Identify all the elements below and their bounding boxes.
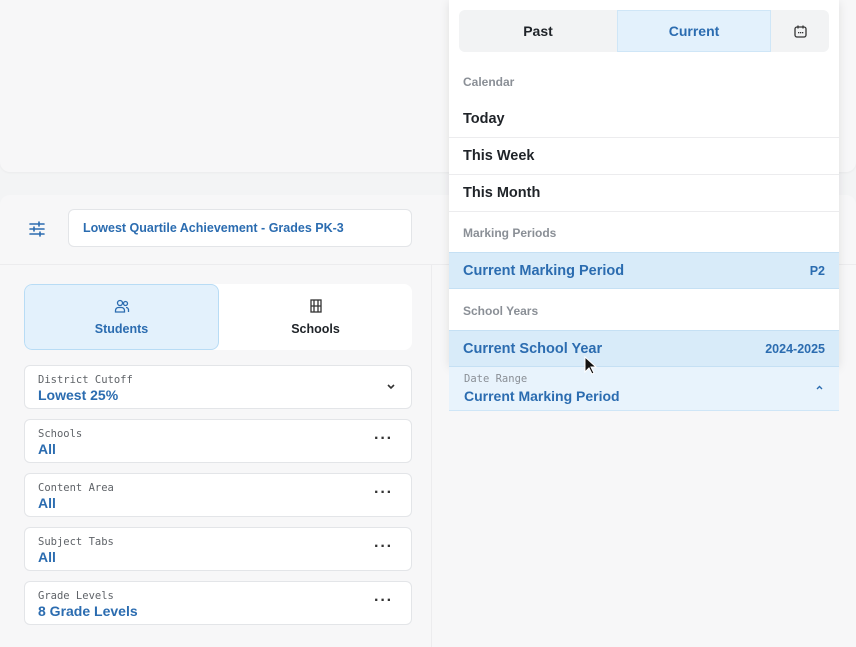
students-label: Students (94, 322, 149, 336)
district-cutoff-value: Lowest 25% (38, 387, 119, 403)
period-segmented-control: Past Current (459, 10, 829, 52)
more-horizontal-icon[interactable]: ··· (374, 484, 393, 502)
district-cutoff-select[interactable]: District Cutoff Lowest 25% (24, 365, 412, 409)
option-this-week[interactable]: This Week (449, 138, 839, 175)
users-icon (114, 299, 129, 313)
sliders-icon[interactable] (28, 220, 46, 238)
schools-label: Schools (291, 322, 340, 336)
content-area-filter[interactable]: Content Area All ··· (24, 473, 412, 517)
calendar-section-label: Calendar (463, 75, 515, 89)
students-toggle-button[interactable]: Students (24, 284, 219, 350)
option-current-school-year[interactable]: Current School Year 2024-2025 (449, 330, 839, 367)
option-current-marking-period[interactable]: Current Marking Period P2 (449, 252, 839, 289)
date-range-select[interactable]: Date Range Current Marking Period (449, 367, 839, 411)
chevron-up-icon (816, 385, 823, 390)
calendar-button[interactable] (771, 10, 829, 52)
more-horizontal-icon[interactable]: ··· (374, 538, 393, 556)
marking-periods-section-label: Marking Periods (463, 226, 557, 240)
grade-levels-value: 8 Grade Levels (38, 603, 138, 619)
view-toggle: Students Schools (24, 284, 412, 350)
building-icon (309, 299, 322, 313)
school-years-section-label: School Years (463, 304, 539, 318)
calendar-icon (793, 25, 807, 38)
past-tab[interactable]: Past (459, 10, 617, 52)
marking-period-tag: P2 (809, 263, 825, 278)
option-this-month[interactable]: This Month (449, 175, 839, 212)
more-horizontal-icon[interactable]: ··· (374, 592, 393, 610)
content-area-value: All (38, 495, 56, 511)
schools-toggle-button[interactable]: Schools (219, 284, 412, 350)
current-marking-period-label: Current Marking Period (463, 262, 625, 279)
schools-filter-value: All (38, 441, 56, 457)
chevron-down-icon (387, 384, 395, 390)
schools-filter[interactable]: Schools All ··· (24, 419, 412, 463)
school-year-tag: 2024-2025 (765, 341, 825, 356)
schools-filter-label: Schools (38, 428, 83, 440)
grade-levels-filter[interactable]: Grade Levels 8 Grade Levels ··· (24, 581, 412, 625)
option-today[interactable]: Today (449, 101, 839, 138)
grade-levels-label: Grade Levels (38, 590, 114, 602)
mouse-cursor-icon (584, 356, 598, 375)
subject-tabs-filter[interactable]: Subject Tabs All ··· (24, 527, 412, 571)
date-range-dropdown: Past Current Calendar Today This Week Th… (449, 0, 839, 367)
current-school-year-label: Current School Year (463, 340, 603, 357)
current-tab[interactable]: Current (617, 10, 771, 52)
report-title-field[interactable]: Lowest Quartile Achievement - Grades PK-… (68, 209, 412, 247)
column-divider (431, 265, 432, 647)
district-cutoff-label: District Cutoff (38, 374, 133, 386)
content-area-label: Content Area (38, 482, 114, 494)
subject-tabs-label: Subject Tabs (38, 536, 114, 548)
subject-tabs-value: All (38, 549, 56, 565)
date-range-label: Date Range (464, 373, 528, 385)
date-range-value: Current Marking Period (464, 388, 620, 404)
more-horizontal-icon[interactable]: ··· (374, 430, 393, 448)
